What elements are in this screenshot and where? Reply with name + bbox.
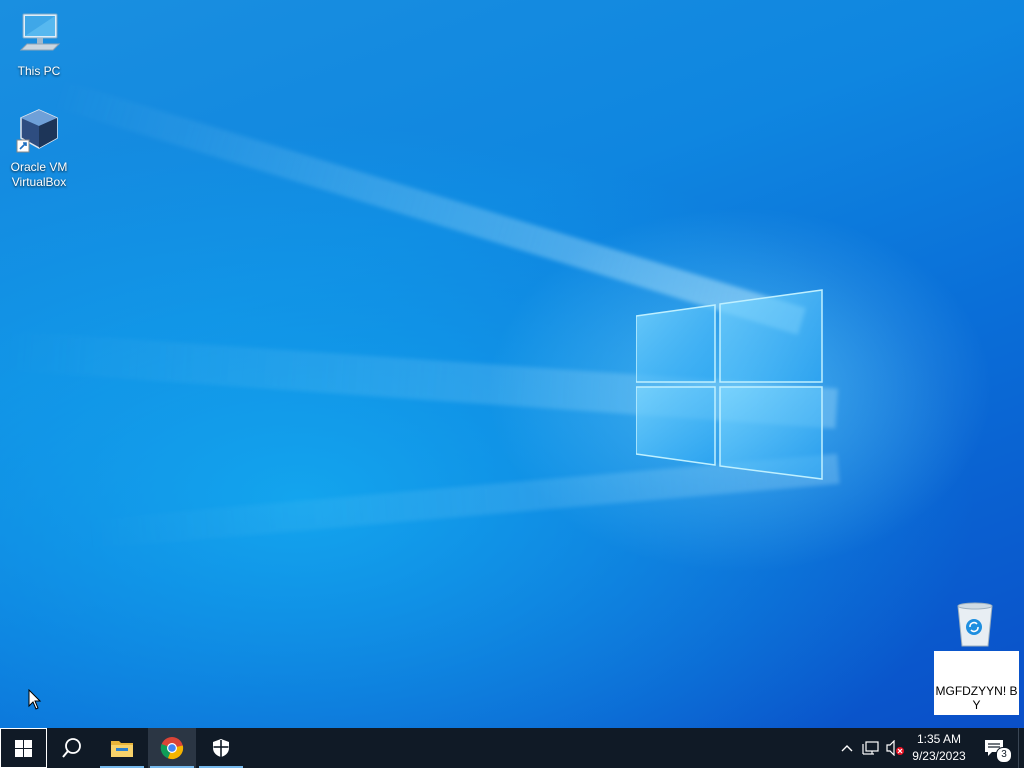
search-button[interactable] bbox=[48, 728, 96, 768]
search-icon bbox=[62, 738, 81, 758]
action-center-button[interactable]: 3 bbox=[978, 728, 1012, 768]
chrome-button[interactable] bbox=[148, 728, 196, 768]
volume-button[interactable] bbox=[884, 728, 906, 768]
chevron-up-icon bbox=[841, 745, 853, 752]
volume-muted-icon bbox=[886, 740, 904, 756]
network-icon bbox=[862, 741, 879, 755]
clock-time: 1:35 AM bbox=[916, 732, 962, 746]
desktop-icon-this-pc[interactable]: This PC bbox=[1, 10, 77, 79]
desktop-icon-recycle-bin[interactable] bbox=[950, 600, 1000, 650]
file-explorer-button[interactable] bbox=[98, 728, 146, 768]
show-hidden-icons-button[interactable] bbox=[838, 728, 856, 768]
windows-logo-wallpaper bbox=[636, 289, 823, 480]
desktop[interactable]: This PC Oracle VM VirtualBox MGFDZYYN! B… bbox=[0, 0, 1024, 728]
clock-date: 9/23/2023 bbox=[912, 749, 966, 763]
virtualbox-icon bbox=[16, 109, 58, 153]
desktop-icon-label: Oracle VM VirtualBox bbox=[10, 160, 68, 189]
chrome-icon bbox=[160, 737, 184, 760]
windows-security-button[interactable] bbox=[197, 728, 245, 768]
recycle-bin-icon bbox=[957, 602, 993, 647]
start-button[interactable] bbox=[0, 728, 47, 768]
desktop-icon-label: This PC bbox=[17, 64, 61, 78]
notification-count-badge: 3 bbox=[996, 747, 1012, 763]
folder-icon bbox=[111, 741, 133, 757]
windows-start-icon bbox=[15, 739, 32, 757]
show-desktop-button[interactable] bbox=[1018, 728, 1024, 768]
desktop-icon-virtualbox[interactable]: Oracle VM VirtualBox bbox=[1, 106, 77, 190]
this-pc-icon bbox=[19, 13, 61, 51]
network-button[interactable] bbox=[860, 728, 882, 768]
shield-icon bbox=[213, 739, 229, 757]
recycle-bin-label[interactable]: MGFDZYYN! BY bbox=[934, 651, 1019, 715]
mouse-cursor-icon bbox=[28, 689, 42, 710]
taskbar: 1:35 AM 9/23/2023 3 bbox=[0, 728, 1024, 768]
taskbar-clock[interactable]: 1:35 AM 9/23/2023 bbox=[906, 731, 972, 765]
